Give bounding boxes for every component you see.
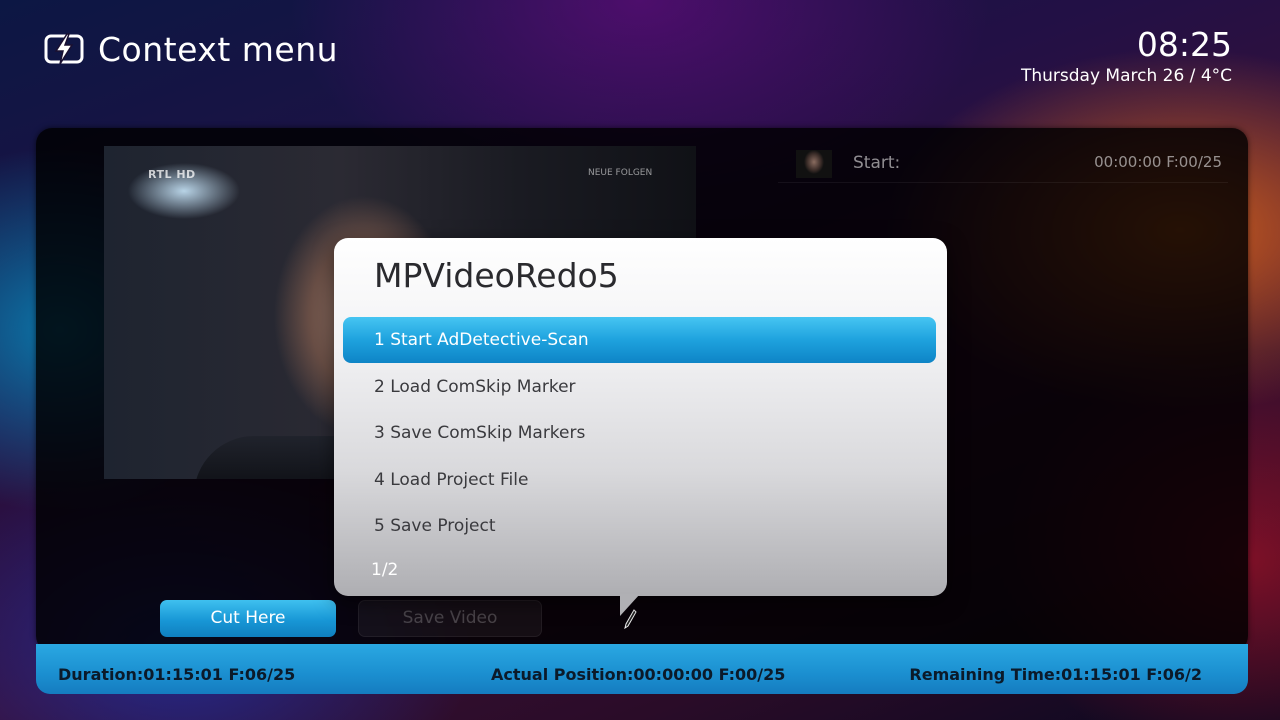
video-caption: NEUE FOLGEN [588,168,653,178]
menu-item-load-project-file[interactable]: 4 Load Project File [343,457,936,503]
dialog-pointer [620,594,640,616]
cut-here-button[interactable]: Cut Here [160,600,336,637]
menu-item-save-comskip-markers[interactable]: 3 Save ComSkip Markers [343,410,936,456]
duration-status: Duration:01:15:01 F:06/25 [58,665,296,684]
page-title: Context menu [98,29,339,69]
actual-position-status: Actual Position:00:00:00 F:00/25 [491,665,786,684]
start-info-row: Start: 00:00:00 F:00/25 [778,146,1228,183]
remaining-time-status: Remaining Time:01:15:01 F:06/2 [909,665,1202,684]
clock-widget: 08:25 Thursday March 26 / 4°C [1021,26,1232,87]
context-menu-dialog: MPVideoRedo5 1 Start AdDetective-Scan 2 … [334,238,947,616]
save-video-button[interactable]: Save Video [358,600,542,637]
header: Context menu [44,26,338,72]
thumbnail-icon [796,150,832,178]
menu-item-start-addetective-scan[interactable]: 1 Start AdDetective-Scan [343,317,936,363]
start-label: Start: [853,153,901,173]
menu-item-load-comskip-marker[interactable]: 2 Load ComSkip Marker [343,364,936,410]
page-indicator: 1/2 [371,560,399,580]
menu-item-save-project[interactable]: 5 Save Project [343,503,936,549]
dialog-title: MPVideoRedo5 [374,256,619,295]
status-bar: Duration:01:15:01 F:06/25 Actual Positio… [36,644,1248,694]
start-value: 00:00:00 F:00/25 [1094,153,1222,171]
mediaportal-logo-icon [44,33,84,65]
clock-time: 08:25 [1136,25,1232,64]
channel-logo: RTL HD [148,168,196,181]
date-weather: Thursday March 26 / 4°C [1020,66,1232,86]
